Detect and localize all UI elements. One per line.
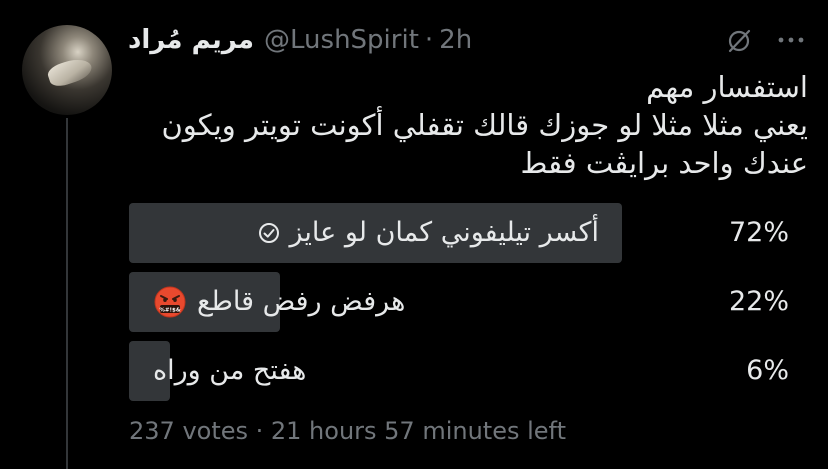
separator-dot: ·	[424, 25, 434, 55]
avatar[interactable]	[22, 25, 112, 115]
tweet-text-line: عندك واحد برايڤت فقط	[520, 146, 808, 180]
poll-option[interactable]: هفتح من وراه 6%	[129, 341, 789, 401]
poll-option-label: هرفض رفض قاطع	[197, 286, 406, 317]
timestamp[interactable]: 2h	[439, 25, 472, 55]
poll-option-label-wrap: أكسر تيليفوني كمان لو عايز	[258, 203, 600, 263]
thread-line	[66, 118, 68, 469]
grok-icon[interactable]	[724, 26, 754, 56]
user-handle[interactable]: @LushSpirit	[264, 25, 419, 55]
poll-option-label-wrap: هرفض رفض قاطع &$!#%	[153, 272, 405, 332]
avatar-figure	[45, 54, 95, 90]
svg-text:&$!#%: &$!#%	[159, 308, 180, 314]
tweet-text: استفسار مهم يعني مثلا مثلا لو جوزك قالك …	[128, 68, 808, 182]
poll-footer: 237 votes · 21 hours 57 minutes left	[129, 417, 566, 445]
check-circle-icon	[258, 223, 279, 243]
tweet-text-line: استفسار مهم	[646, 70, 808, 104]
tweet-text-line: يعني مثلا مثلا لو جوزك قالك تقفلي أكونت …	[161, 108, 808, 142]
poll-option-label: هفتح من وراه	[153, 355, 307, 386]
poll-option-percent: 72%	[728, 217, 789, 248]
poll-option-percent: 6%	[746, 355, 789, 386]
poll-option-label: أكسر تيليفوني كمان لو عايز	[289, 217, 600, 248]
display-name[interactable]: مريم مُراد	[128, 25, 254, 55]
poll-option[interactable]: هرفض رفض قاطع &$!#% 22%	[129, 272, 789, 332]
face-with-symbols-on-mouth-emoji: &$!#%	[154, 286, 186, 318]
poll-option[interactable]: أكسر تيليفوني كمان لو عايز 72%	[129, 203, 789, 263]
poll-option-label-wrap: هفتح من وراه	[153, 341, 306, 401]
poll-option-percent: 22%	[728, 286, 789, 317]
more-dots-icon[interactable]	[776, 30, 806, 50]
tweet-header: مريم مُراد @LushSpirit · 2h	[128, 22, 472, 58]
